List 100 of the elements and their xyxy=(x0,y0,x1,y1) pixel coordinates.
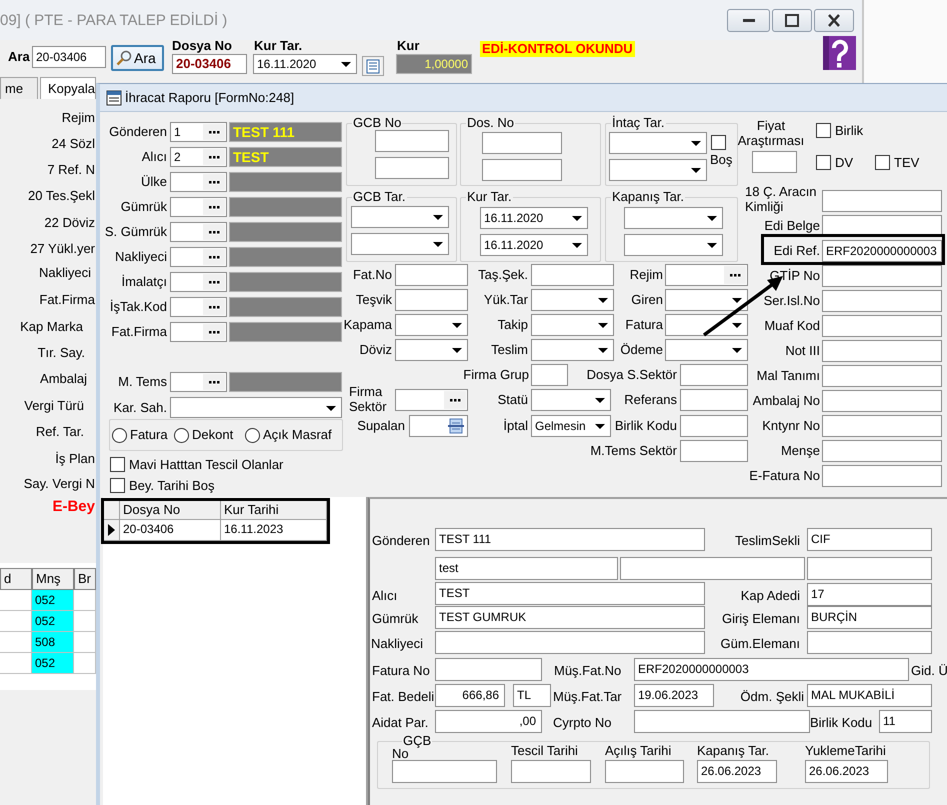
input-field[interactable] xyxy=(395,264,468,286)
input-field[interactable]: 666,86 xyxy=(435,684,505,707)
dropdown[interactable]: 16.11.2020 xyxy=(480,207,588,229)
input-field[interactable]: ERF2020000000003 xyxy=(822,240,942,262)
input-field[interactable]: CIF xyxy=(807,528,932,551)
ellipsis-button[interactable] xyxy=(203,199,225,215)
input-field[interactable] xyxy=(395,289,468,311)
input-field[interactable] xyxy=(620,557,805,580)
ellipsis-button[interactable] xyxy=(203,149,225,165)
input-field[interactable] xyxy=(752,151,797,173)
checkbox[interactable] xyxy=(711,135,726,150)
input-field[interactable] xyxy=(435,631,705,654)
input-field[interactable]: BURÇİN xyxy=(807,606,932,629)
input-field[interactable] xyxy=(807,631,932,654)
input-field[interactable] xyxy=(482,132,562,154)
minimize-button[interactable] xyxy=(727,9,770,32)
ellipsis-button[interactable] xyxy=(203,174,225,190)
input-field[interactable]: 20-03406 xyxy=(172,54,247,74)
input-field[interactable]: 26.06.2023 xyxy=(697,760,777,783)
lookup-field[interactable] xyxy=(170,297,227,317)
table-cell[interactable]: 16.11.2023 xyxy=(221,520,327,541)
input-field[interactable] xyxy=(375,130,449,152)
ellipsis-button[interactable] xyxy=(203,374,225,390)
input-field[interactable]: TEST 111 xyxy=(435,528,705,551)
dropdown[interactable] xyxy=(665,314,748,336)
lookup-field[interactable] xyxy=(170,222,227,242)
input-field[interactable] xyxy=(680,364,748,386)
input-field[interactable] xyxy=(680,440,748,462)
picker-field[interactable] xyxy=(409,415,468,437)
input-field[interactable] xyxy=(822,340,942,362)
input-field[interactable]: test xyxy=(435,557,618,580)
column-header[interactable]: Kur Tarihi xyxy=(221,501,327,520)
input-field[interactable] xyxy=(531,364,568,386)
ellipsis-button[interactable] xyxy=(203,324,225,340)
dropdown[interactable]: 16.11.2020 xyxy=(253,54,357,74)
checkbox[interactable] xyxy=(875,155,890,170)
input-field[interactable]: 11 xyxy=(879,710,932,733)
input-field[interactable] xyxy=(822,465,942,487)
maximize-button[interactable] xyxy=(772,9,812,32)
input-field[interactable]: TEST GUMRUK xyxy=(435,606,705,629)
lookup-field[interactable] xyxy=(170,372,227,392)
ellipsis-button[interactable] xyxy=(203,224,225,240)
input-field[interactable] xyxy=(822,315,942,337)
input-field[interactable] xyxy=(634,710,810,733)
lookup-field[interactable] xyxy=(170,322,227,342)
tab[interactable]: me xyxy=(0,77,38,99)
input-field[interactable]: 19.06.2023 xyxy=(634,684,714,707)
ellipsis-button[interactable] xyxy=(203,274,225,290)
input-field[interactable] xyxy=(375,157,449,179)
ellipsis-button[interactable] xyxy=(724,266,746,284)
input-field[interactable]: MAL MUKABİLİ xyxy=(807,684,932,707)
input-field[interactable]: TEST xyxy=(435,582,705,605)
checkbox[interactable] xyxy=(110,478,125,493)
report-button[interactable] xyxy=(362,56,384,76)
lookup-field[interactable] xyxy=(170,247,227,267)
ellipsis-button[interactable] xyxy=(444,391,466,409)
input-field[interactable] xyxy=(822,365,942,387)
input-field[interactable] xyxy=(511,760,591,783)
checkbox[interactable] xyxy=(110,457,125,472)
input-field[interactable] xyxy=(822,390,942,412)
lookup-field[interactable] xyxy=(170,272,227,292)
input-field[interactable] xyxy=(482,159,562,181)
table-cell[interactable]: 20-03406 xyxy=(120,520,221,541)
checkbox[interactable] xyxy=(816,123,831,138)
input-field[interactable]: 17 xyxy=(807,583,932,606)
lookup-field[interactable] xyxy=(395,389,468,411)
input-field[interactable] xyxy=(392,760,497,783)
input-field[interactable]: ERF2020000000003 xyxy=(634,658,909,681)
input-field[interactable]: ,00 xyxy=(435,710,542,733)
input-field[interactable] xyxy=(822,415,942,437)
input-field[interactable] xyxy=(807,557,932,580)
input-field[interactable] xyxy=(822,440,942,462)
lookup-field[interactable] xyxy=(170,197,227,217)
lookup-field[interactable]: 1 xyxy=(170,122,227,142)
ellipsis-button[interactable] xyxy=(203,249,225,265)
field-label: İşTak.Kod xyxy=(110,298,167,316)
lookup-field[interactable] xyxy=(665,264,748,286)
dropdown[interactable] xyxy=(665,289,748,311)
input-field[interactable] xyxy=(531,264,614,286)
ellipsis-button[interactable] xyxy=(203,299,225,315)
dropdown[interactable]: Gelmesin xyxy=(531,415,611,437)
input-field[interactable] xyxy=(822,290,942,312)
column-header[interactable]: Dosya No xyxy=(120,501,221,520)
input-field[interactable] xyxy=(822,190,942,212)
input-field[interactable]: 20-03406 xyxy=(32,46,106,68)
input-field[interactable] xyxy=(435,658,542,681)
input-field[interactable] xyxy=(680,415,748,437)
input-field[interactable]: TL xyxy=(513,684,551,707)
input-field[interactable] xyxy=(822,265,942,287)
dropdown[interactable]: 16.11.2020 xyxy=(480,234,588,256)
input-field[interactable]: 26.06.2023 xyxy=(805,760,888,783)
search-button[interactable]: Ara xyxy=(111,45,164,71)
ellipsis-button[interactable] xyxy=(203,124,225,140)
tab[interactable]: Kopyala xyxy=(40,77,96,99)
close-button[interactable] xyxy=(814,9,854,32)
input-field[interactable] xyxy=(680,389,748,411)
lookup-field[interactable] xyxy=(170,172,227,192)
checkbox[interactable] xyxy=(816,155,831,170)
lookup-field[interactable]: 2 xyxy=(170,147,227,167)
input-field[interactable] xyxy=(605,760,684,783)
